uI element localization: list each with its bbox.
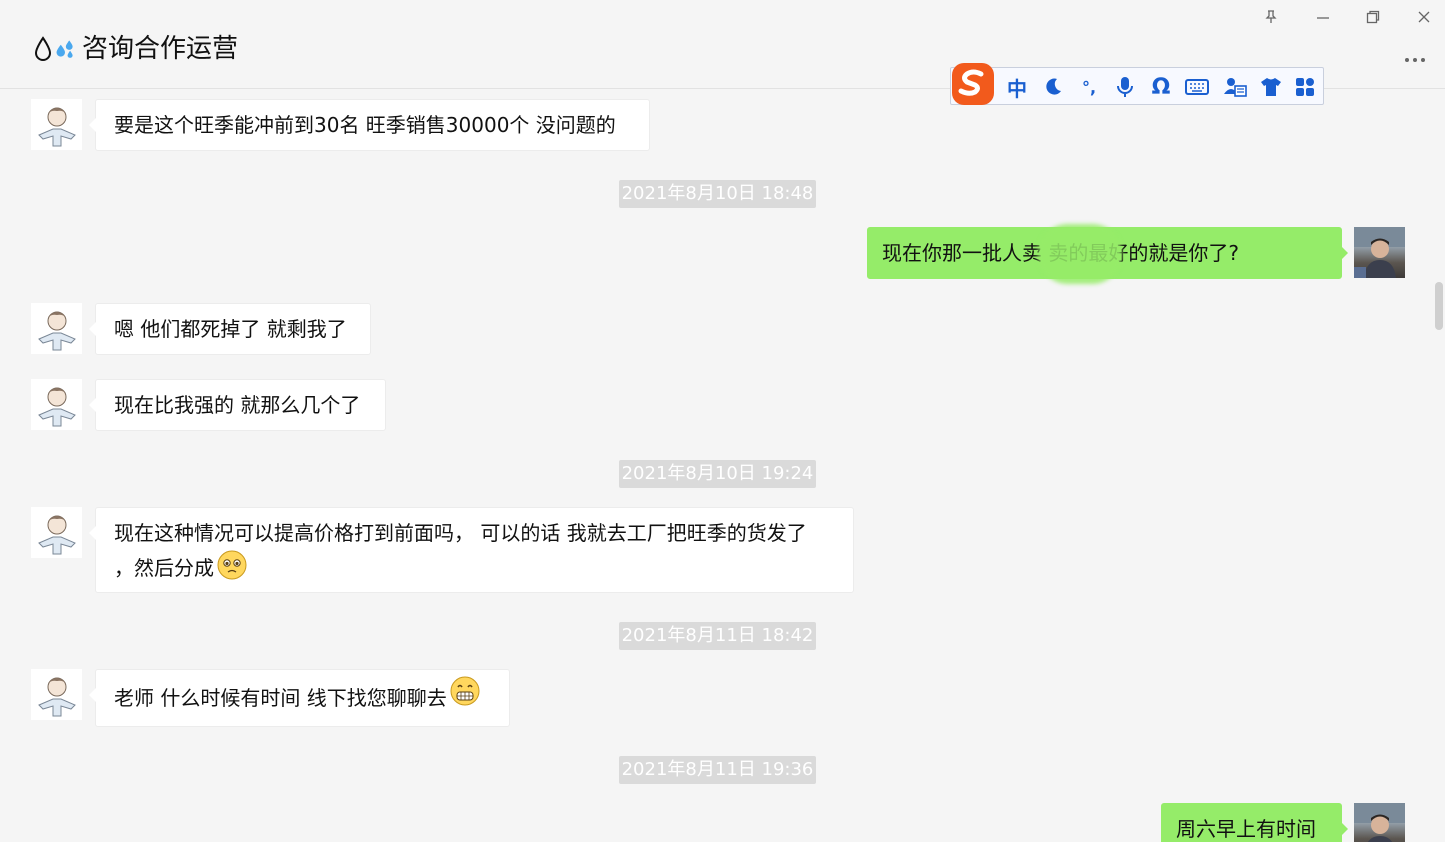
sweat-droplets-icon [54, 34, 76, 64]
contact-avatar[interactable] [31, 669, 82, 720]
user-avatar[interactable] [1354, 227, 1405, 278]
message-text: 嗯 他们都死掉了 就剩我了 [114, 317, 347, 341]
pleading-face-icon [216, 549, 248, 590]
punctuation-icon[interactable]: °, [1075, 74, 1103, 100]
message-text: ，然后分成 [114, 556, 214, 580]
keyboard-icon[interactable] [1183, 74, 1211, 100]
message-text: 周六早上有时间 [1176, 817, 1316, 841]
message-bubble[interactable]: 老师 什么时候有时间 线下找您聊聊去 [89, 669, 510, 728]
timestamp: 2021年8月11日 18:42 [619, 622, 816, 650]
chinese-mode-button[interactable]: 中 [1003, 74, 1031, 101]
message-bubble[interactable]: 嗯 他们都死掉了 就剩我了 [89, 303, 371, 355]
timestamp: 2021年8月11日 19:36 [619, 756, 816, 784]
timestamp: 2021年8月10日 18:48 [619, 180, 816, 208]
ime-toolbar[interactable]: 中 °, Ω [950, 63, 1324, 105]
scrollbar-thumb[interactable] [1435, 282, 1443, 330]
chat-window: 咨询合作运营 要是这个旺季能冲前到30名 旺季销售30000个 没问题的 202… [0, 0, 1445, 842]
mic-icon[interactable] [1111, 74, 1139, 100]
message-text: 现在比我强的 就那么几个了 [114, 393, 361, 417]
message-text: 老师 什么时候有时间 线下找您聊聊去 [114, 686, 447, 710]
user-card-icon[interactable] [1221, 74, 1249, 100]
contact-avatar[interactable] [31, 99, 82, 150]
message-bubble[interactable]: 现在比我强的 就那么几个了 [89, 379, 386, 431]
pin-icon[interactable] [1256, 4, 1286, 30]
contact-avatar[interactable] [31, 507, 82, 558]
message-bubble[interactable]: 现在这种情况可以提高价格打到前面吗， 可以的话 我就去工厂把旺季的货发了 ，然后… [89, 507, 854, 593]
user-avatar[interactable] [1354, 803, 1405, 842]
message-text-line: 现在这种情况可以提高价格打到前面吗， 可以的话 我就去工厂把旺季的货发了 [114, 521, 807, 545]
restore-icon[interactable] [1358, 4, 1388, 30]
chat-title: 咨询合作运营 [32, 30, 238, 68]
sogou-s-icon[interactable] [949, 60, 997, 108]
apps-icon[interactable] [1291, 74, 1319, 100]
message-bubble[interactable]: 要是这个旺季能冲前到30名 旺季销售30000个 没问题的 [89, 99, 650, 151]
omega-icon[interactable]: Ω [1147, 74, 1175, 100]
droplet-icon [32, 34, 54, 64]
message-text-line-2: ，然后分成 [114, 549, 835, 590]
minimize-icon[interactable] [1308, 4, 1338, 30]
moon-icon[interactable] [1039, 74, 1067, 100]
message-bubble[interactable]: 周六早上有时间 [1161, 803, 1348, 842]
contact-avatar[interactable] [31, 379, 82, 430]
redaction-blur [1038, 224, 1122, 284]
grinning-face-icon [449, 672, 481, 728]
timestamp: 2021年8月10日 19:24 [619, 460, 816, 488]
more-options-button[interactable] [1397, 48, 1433, 72]
page-title: 咨询合作运营 [82, 34, 239, 64]
close-icon[interactable] [1409, 4, 1439, 30]
message-text: 要是这个旺季能冲前到30名 旺季销售30000个 没问题的 [114, 113, 616, 137]
contact-avatar[interactable] [31, 303, 82, 354]
shirt-icon[interactable] [1257, 74, 1285, 100]
